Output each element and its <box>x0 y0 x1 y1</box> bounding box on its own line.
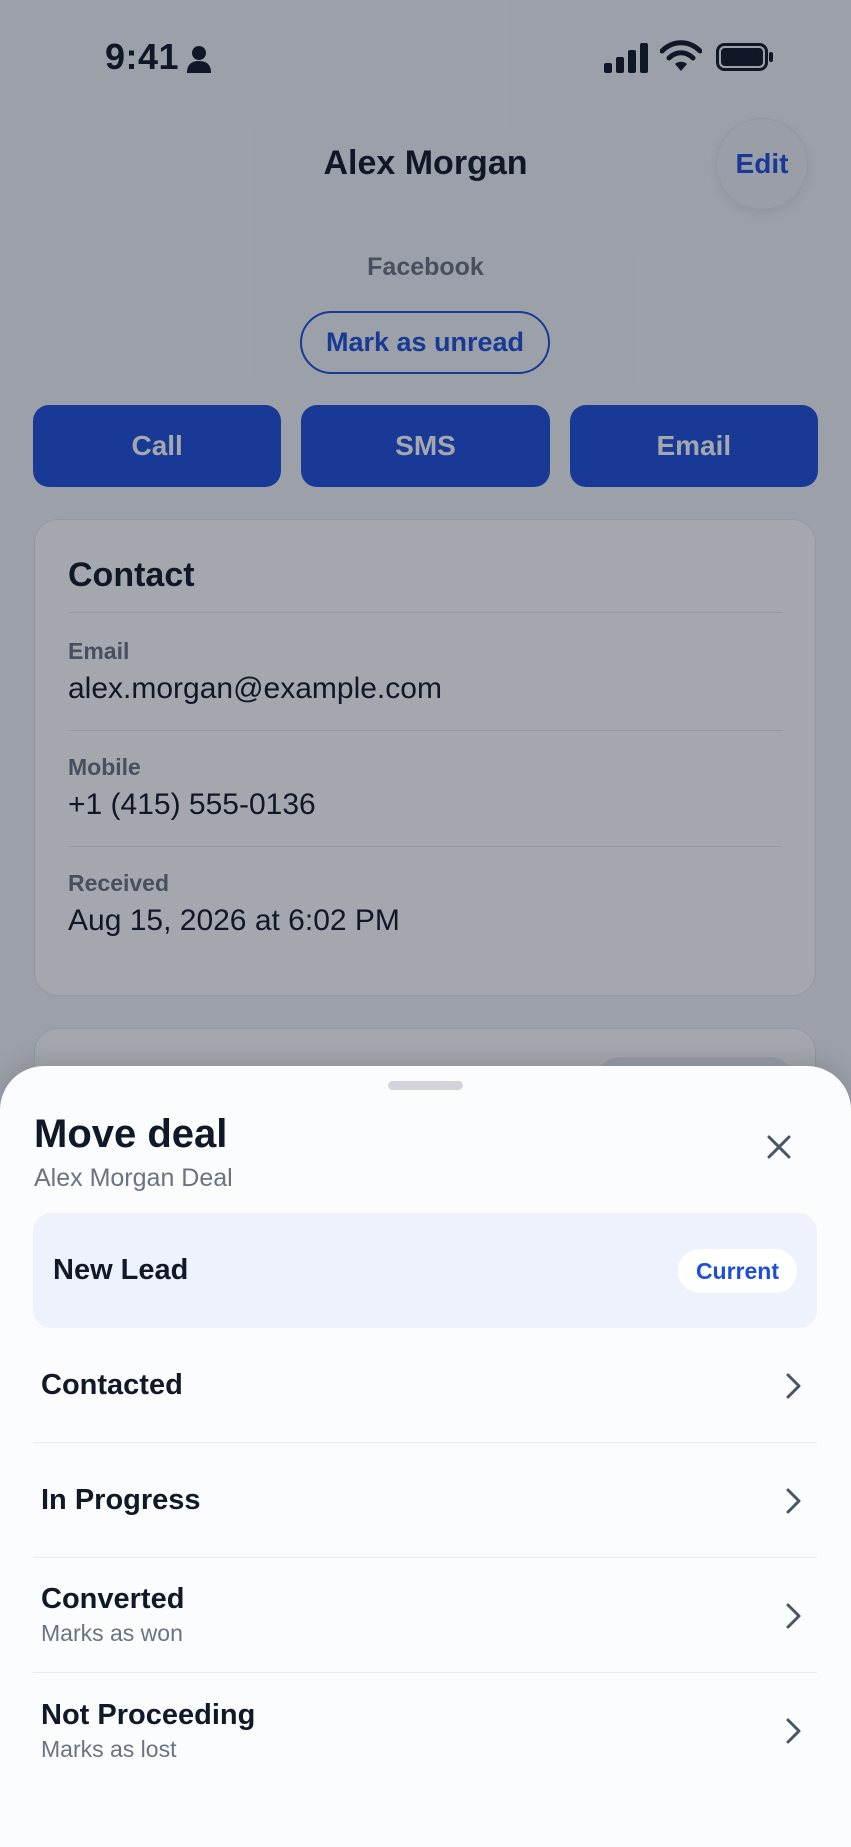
stage-row-not-proceeding[interactable]: Not Proceeding Marks as lost <box>33 1673 817 1788</box>
stage-row-new-lead: New Lead Current <box>33 1213 817 1328</box>
stage-row-contacted[interactable]: Contacted <box>33 1328 817 1443</box>
move-deal-sheet: Move deal Alex Morgan Deal New Lead Curr… <box>0 1066 851 1847</box>
stage-name: New Lead <box>53 1254 189 1286</box>
stage-name: Converted <box>41 1583 185 1615</box>
stage-row-in-progress[interactable]: In Progress <box>33 1443 817 1558</box>
stage-name: In Progress <box>41 1483 201 1516</box>
close-button[interactable] <box>752 1120 806 1174</box>
current-badge: Current <box>677 1249 797 1293</box>
stage-description: Marks as won <box>41 1620 183 1646</box>
stage-name: Contacted <box>41 1368 183 1401</box>
sheet-title: Move deal <box>34 1112 228 1156</box>
sheet-grabber[interactable] <box>388 1081 463 1090</box>
stage-name: Not Proceeding <box>41 1698 256 1731</box>
sheet-subtitle: Alex Morgan Deal <box>34 1164 233 1192</box>
stage-row-converted[interactable]: Converted Marks as won <box>33 1558 817 1673</box>
chevron-right-icon <box>786 1373 801 1399</box>
stage-description: Marks as lost <box>41 1735 177 1762</box>
chevron-right-icon <box>786 1718 801 1744</box>
chevron-right-icon <box>786 1603 801 1629</box>
lead-detail-screen: 9:41 Alex Morgan Edit Facebook Mark as u… <box>0 0 851 1847</box>
chevron-right-icon <box>786 1488 801 1514</box>
close-icon <box>767 1135 791 1159</box>
stage-list: New Lead Current Contacted In Progress C… <box>33 1213 817 1788</box>
